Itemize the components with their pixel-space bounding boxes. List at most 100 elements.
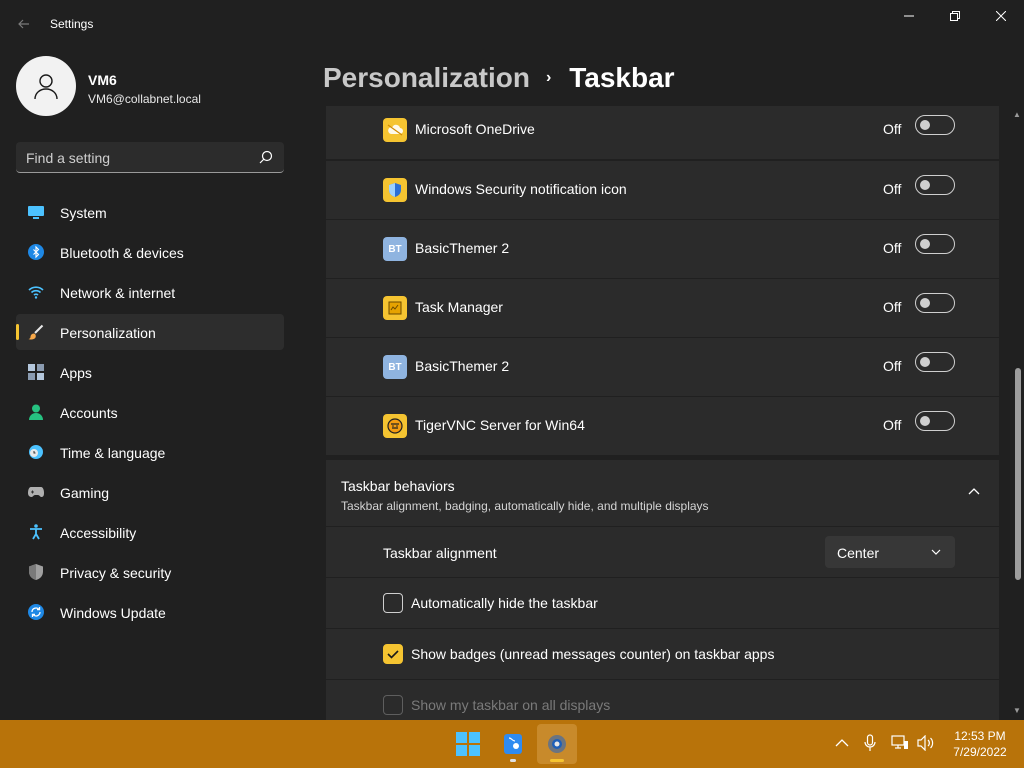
- person-icon: [28, 404, 44, 420]
- sidebar-item-time-language[interactable]: Time & language: [16, 434, 284, 470]
- all-displays-row: Show my taskbar on all displays: [326, 680, 999, 720]
- sidebar-item-label: Network & internet: [60, 285, 176, 301]
- tray-app-toggle[interactable]: [915, 175, 955, 195]
- accessibility-icon: [28, 524, 44, 540]
- badges-checkbox[interactable]: [383, 644, 403, 664]
- tray-app-label: Windows Security notification icon: [415, 181, 627, 197]
- tray-app-label: BasicThemer 2: [415, 358, 510, 374]
- tray-app-toggle[interactable]: [915, 115, 955, 135]
- clock-time[interactable]: 12:53 PM: [944, 729, 1016, 743]
- taskbar-alignment-row: Taskbar alignment Center: [326, 527, 999, 577]
- sidebar-item-label: Accounts: [60, 405, 118, 421]
- tray-app-row: Task Manager Off: [326, 279, 999, 337]
- scroll-thumb[interactable]: [1015, 368, 1021, 580]
- toggle-state: Off: [883, 358, 902, 374]
- all-displays-checkbox[interactable]: [383, 695, 403, 715]
- start-icon: [456, 732, 480, 756]
- search-icon: [259, 150, 273, 164]
- scroll-down-icon[interactable]: ▼: [1013, 706, 1021, 715]
- tigervnc-icon: [383, 414, 407, 438]
- microphone-icon[interactable]: [861, 734, 879, 752]
- breadcrumb-separator: ›: [545, 69, 552, 86]
- sidebar-item-label: Apps: [60, 365, 92, 381]
- sidebar-item-windows-update[interactable]: Windows Update: [16, 594, 284, 630]
- restore-icon: [950, 11, 960, 21]
- sidebar-item-label: Bluetooth & devices: [60, 245, 184, 261]
- page-title: Taskbar: [569, 62, 675, 93]
- setting-label: Taskbar alignment: [383, 545, 497, 561]
- wifi-icon: [28, 284, 44, 300]
- sidebar-item-bluetooth[interactable]: Bluetooth & devices: [16, 234, 284, 270]
- toggle-knob: [920, 416, 930, 426]
- back-arrow-icon: [18, 19, 29, 29]
- tray-app-row: Windows Security notification icon Off: [326, 161, 999, 219]
- active-indicator: [16, 324, 19, 340]
- breadcrumb: Personalization › Taskbar: [323, 58, 675, 98]
- sidebar-item-label: Gaming: [60, 485, 110, 501]
- sidebar-item-privacy-security[interactable]: Privacy & security: [16, 554, 284, 590]
- taskbar-behaviors-header[interactable]: Taskbar behaviors Taskbar alignment, bad…: [326, 460, 999, 526]
- tray-app-toggle[interactable]: [915, 352, 955, 372]
- profile-email: VM6@collabnet.local: [88, 92, 201, 106]
- task-manager-icon: [383, 296, 407, 320]
- person-icon: [34, 74, 58, 100]
- taskbar-alignment-dropdown[interactable]: Center: [825, 536, 955, 568]
- toggle-state: Off: [883, 181, 902, 197]
- minimize-button[interactable]: [886, 0, 932, 32]
- settings-taskbar-button[interactable]: [537, 724, 577, 764]
- toggle-knob: [920, 239, 930, 249]
- tray-app-row: TigerVNC Server for Win64 Off: [326, 397, 999, 455]
- checkbox-label: Show badges (unread messages counter) on…: [411, 646, 775, 662]
- sidebar-item-label: Accessibility: [60, 525, 137, 541]
- network-icon[interactable]: [891, 734, 909, 752]
- active-app-indicator: [550, 759, 564, 762]
- minimize-icon: [904, 15, 914, 17]
- tray-app-label: BasicThemer 2: [415, 240, 510, 256]
- file-explorer-button[interactable]: [493, 724, 533, 764]
- toggle-state: Off: [883, 240, 902, 256]
- chevron-up-icon[interactable]: [833, 734, 851, 752]
- sidebar-item-system[interactable]: System: [16, 194, 284, 230]
- globe-clock-icon: [28, 444, 44, 460]
- volume-icon[interactable]: [917, 734, 935, 752]
- sidebar-item-network[interactable]: Network & internet: [16, 274, 284, 310]
- sidebar-item-accounts[interactable]: Accounts: [16, 394, 284, 430]
- user-profile[interactable]: VM6 VM6@collabnet.local: [16, 56, 296, 118]
- auto-hide-checkbox[interactable]: [383, 593, 403, 613]
- tray-app-toggle[interactable]: [915, 234, 955, 254]
- tray-app-toggle[interactable]: [915, 293, 955, 313]
- search-placeholder: Find a setting: [26, 150, 111, 166]
- sidebar-nav: System Bluetooth & devices Network & int…: [16, 194, 284, 634]
- title-bar: Settings: [0, 0, 1024, 48]
- sidebar-item-label: Windows Update: [60, 605, 166, 621]
- sidebar-item-apps[interactable]: Apps: [16, 354, 284, 390]
- tray-app-toggle[interactable]: [915, 411, 955, 431]
- apps-icon: [28, 364, 44, 380]
- section-subtitle: Taskbar alignment, badging, automaticall…: [341, 499, 709, 513]
- toggle-state: Off: [883, 417, 902, 433]
- toggle-state: Off: [883, 121, 902, 137]
- back-button[interactable]: [12, 12, 36, 36]
- brush-icon: [28, 324, 44, 340]
- close-button[interactable]: [978, 0, 1024, 32]
- avatar: [16, 56, 76, 116]
- sidebar-item-personalization[interactable]: Personalization: [16, 314, 284, 350]
- sidebar-item-accessibility[interactable]: Accessibility: [16, 514, 284, 550]
- system-icon: [28, 204, 44, 220]
- breadcrumb-parent[interactable]: Personalization: [323, 62, 530, 94]
- tray-app-label: Microsoft OneDrive: [415, 121, 535, 137]
- dropdown-value: Center: [837, 545, 880, 561]
- badges-row: Show badges (unread messages counter) on…: [326, 629, 999, 679]
- onedrive-icon: [383, 118, 407, 142]
- search-input[interactable]: Find a setting: [16, 142, 284, 173]
- sidebar-item-gaming[interactable]: Gaming: [16, 474, 284, 510]
- checkbox-label: Automatically hide the taskbar: [411, 595, 598, 611]
- settings-content: Microsoft OneDrive Off Windows Security …: [326, 106, 999, 720]
- toggle-knob: [920, 180, 930, 190]
- clock-date[interactable]: 7/29/2022: [944, 745, 1016, 759]
- taskbar: [0, 720, 1024, 768]
- scroll-up-icon[interactable]: ▲: [1013, 110, 1021, 119]
- auto-hide-row: Automatically hide the taskbar: [326, 578, 999, 628]
- start-button[interactable]: [448, 724, 488, 764]
- maximize-button[interactable]: [932, 0, 978, 32]
